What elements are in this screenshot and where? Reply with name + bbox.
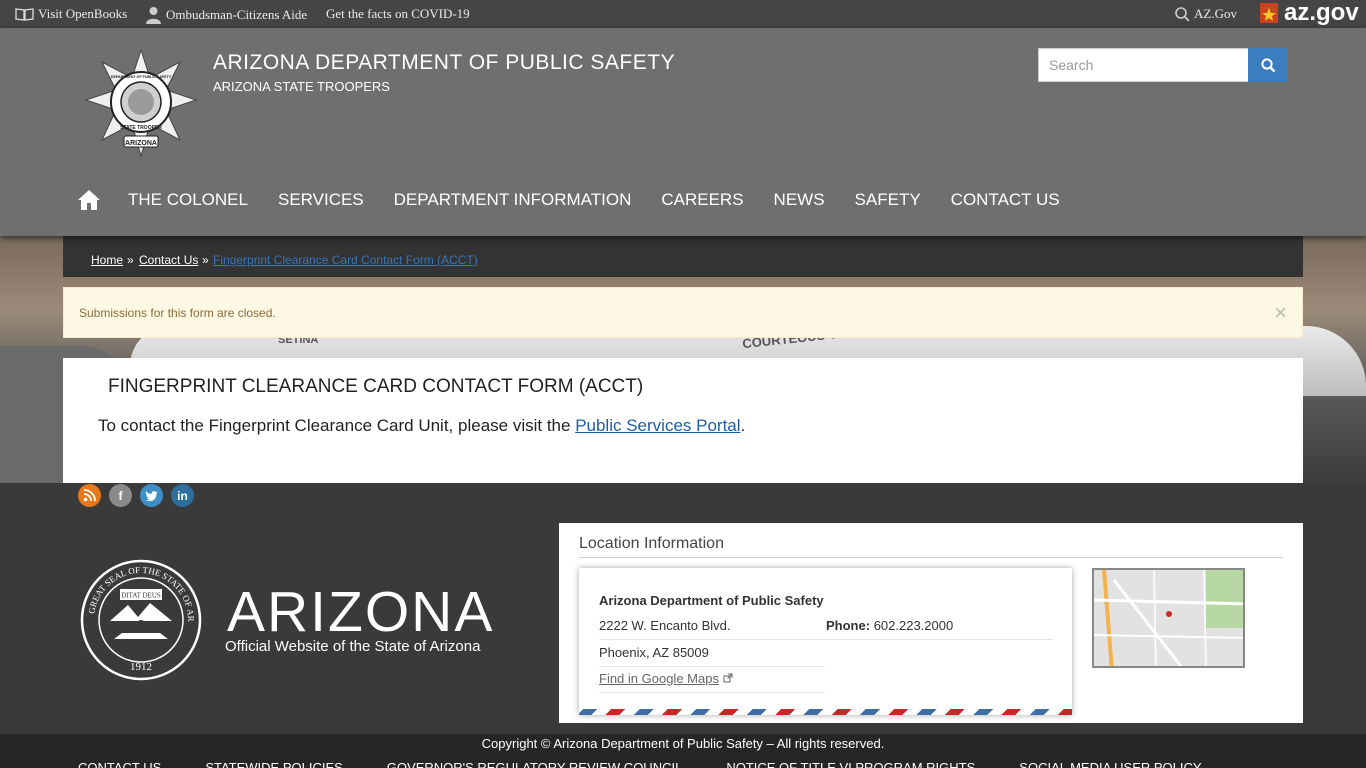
close-icon[interactable]: ×: [1274, 300, 1287, 326]
state-seal-icon: GREAT SEAL OF THE STATE OF ARIZONA DITAT…: [77, 551, 202, 681]
search-input[interactable]: [1038, 48, 1249, 82]
content-text-end: .: [740, 416, 746, 435]
footer-bottom-bar: Copyright © Arizona Department of Public…: [0, 734, 1366, 768]
star-badge-icon: ARIZONA STATE TROOPER DEPARTMENT OF PUBL…: [84, 48, 198, 158]
location-information-panel: Location Information Arizona Department …: [559, 523, 1303, 723]
badge-dept-text: DEPARTMENT OF PUBLIC SAFETY: [111, 75, 172, 79]
address-line-1: 2222 W. Encanto Blvd.: [599, 618, 825, 640]
address-card: Arizona Department of Public Safety 2222…: [579, 568, 1072, 715]
main-nav: THE COLONEL SERVICES DEPARTMENT INFORMAT…: [77, 188, 1090, 212]
rss-icon[interactable]: [78, 484, 101, 507]
footer-link-social-media-policy[interactable]: SOCIAL MEDIA USER POLICY: [1019, 760, 1201, 768]
phone-number[interactable]: 602.223.2000: [874, 618, 954, 633]
ombudsman-label: Ombudsman-Citizens Aide: [166, 7, 308, 22]
linkedin-icon[interactable]: in: [171, 484, 194, 507]
azgov-search-link[interactable]: AZ.Gov: [1175, 6, 1237, 22]
nav-item-careers[interactable]: CAREERS: [661, 190, 743, 210]
alert-message: Submissions for this form are closed.: [79, 306, 276, 320]
ombudsman-link[interactable]: Ombudsman-Citizens Aide: [145, 6, 307, 24]
dps-badge-logo[interactable]: ARIZONA STATE TROOPER DEPARTMENT OF PUBL…: [84, 48, 198, 158]
google-maps-link[interactable]: Find in Google Maps: [599, 671, 719, 686]
site-footer: f in GREAT SEAL OF THE STATE OF ARIZONA …: [0, 483, 1366, 734]
home-icon[interactable]: [77, 188, 101, 212]
footer-link-contact-us[interactable]: CONTACT US: [78, 760, 161, 768]
copyright-text: Copyright © Arizona Department of Public…: [481, 736, 885, 751]
breadcrumb-contact-us[interactable]: Contact Us: [139, 253, 198, 267]
public-services-portal-link[interactable]: Public Services Portal: [575, 416, 740, 435]
person-icon: [146, 7, 161, 24]
site-subtitle: ARIZONA STATE TROOPERS: [213, 79, 390, 94]
covid-link[interactable]: Get the facts on COVID-19: [326, 6, 470, 22]
facebook-icon[interactable]: f: [109, 484, 132, 507]
rss-glyph: [83, 489, 96, 502]
openbooks-link[interactable]: Visit OpenBooks: [15, 6, 127, 22]
arizona-star-icon: [1260, 3, 1278, 23]
location-title: Location Information: [579, 535, 1283, 558]
airmail-stripe: [579, 709, 1072, 715]
map-thumbnail: [1094, 570, 1243, 666]
page-title: FINGERPRINT CLEARANCE CARD CONTACT FORM …: [108, 376, 644, 397]
top-utility-bar: Visit OpenBooks Ombudsman-Citizens Aide …: [0, 0, 1366, 28]
footer-links: CONTACT US STATEWIDE POLICIES GOVERNOR'S…: [78, 760, 1246, 768]
arizona-wordmark[interactable]: ARIZONA: [227, 579, 494, 645]
seal-motto: DITAT DEUS: [121, 592, 161, 600]
search-icon: [1175, 6, 1190, 22]
openbooks-label: Visit OpenBooks: [38, 6, 128, 21]
azgov-logo[interactable]: az.gov: [1258, 1, 1359, 25]
azgov-label: AZ.Gov: [1194, 6, 1237, 21]
closed-alert: Submissions for this form are closed. ×: [63, 287, 1303, 338]
book-icon: [15, 8, 34, 21]
search-icon: [1260, 57, 1275, 72]
site-header: ARIZONA STATE TROOPER DEPARTMENT OF PUBL…: [0, 28, 1366, 236]
breadcrumb-separator: »: [202, 253, 209, 267]
nav-item-services[interactable]: SERVICES: [278, 190, 364, 210]
maps-row: Find in Google Maps: [599, 671, 825, 693]
nav-item-news[interactable]: NEWS: [774, 190, 825, 210]
nav-item-safety[interactable]: SAFETY: [855, 190, 921, 210]
location-map[interactable]: [1092, 568, 1245, 668]
seal-year: 1912: [130, 661, 152, 673]
external-link-icon: [723, 673, 733, 683]
nav-item-contact-us[interactable]: CONTACT US: [951, 190, 1060, 210]
search-button[interactable]: [1248, 48, 1288, 82]
nav-item-department-information[interactable]: DEPARTMENT INFORMATION: [394, 190, 632, 210]
arizona-wordmark-subtitle: Official Website of the State of Arizona: [225, 638, 481, 655]
footer-link-title-vi[interactable]: NOTICE OF TITLE VI PROGRAM RIGHTS: [726, 760, 975, 768]
address-org: Arizona Department of Public Safety: [599, 593, 824, 608]
covid-label: Get the facts on COVID-19: [326, 6, 470, 21]
twitter-bird-glyph: [145, 491, 158, 501]
breadcrumb-current[interactable]: Fingerprint Clearance Card Contact Form …: [213, 253, 478, 267]
phone-row: Phone: 602.223.2000: [826, 618, 1053, 640]
main-content: FINGERPRINT CLEARANCE CARD CONTACT FORM …: [63, 358, 1303, 483]
azgov-logo-text: az.gov: [1284, 0, 1359, 26]
breadcrumb-separator: »: [127, 253, 134, 267]
breadcrumb: Home » Contact Us » Fingerprint Clearanc…: [63, 236, 1303, 277]
content-text: To contact the Fingerprint Clearance Car…: [98, 416, 576, 435]
footer-link-regulatory-review[interactable]: GOVERNOR'S REGULATORY REVIEW COUNCIL: [387, 760, 683, 768]
arizona-state-seal[interactable]: GREAT SEAL OF THE STATE OF ARIZONA DITAT…: [77, 551, 202, 686]
site-title[interactable]: ARIZONA DEPARTMENT OF PUBLIC SAFETY: [213, 51, 675, 75]
breadcrumb-home[interactable]: Home: [91, 253, 123, 267]
badge-state-text: ARIZONA: [125, 140, 157, 147]
address-line-2: Phoenix, AZ 85009: [599, 645, 825, 667]
social-links: f in: [78, 484, 194, 507]
twitter-icon[interactable]: [140, 484, 163, 507]
content-paragraph: To contact the Fingerprint Clearance Car…: [98, 416, 745, 436]
nav-item-colonel[interactable]: THE COLONEL: [128, 190, 248, 210]
badge-trooper-text: STATE TROOPER: [120, 125, 162, 131]
footer-link-statewide-policies[interactable]: STATEWIDE POLICIES: [205, 760, 342, 768]
phone-label: Phone:: [826, 618, 871, 633]
